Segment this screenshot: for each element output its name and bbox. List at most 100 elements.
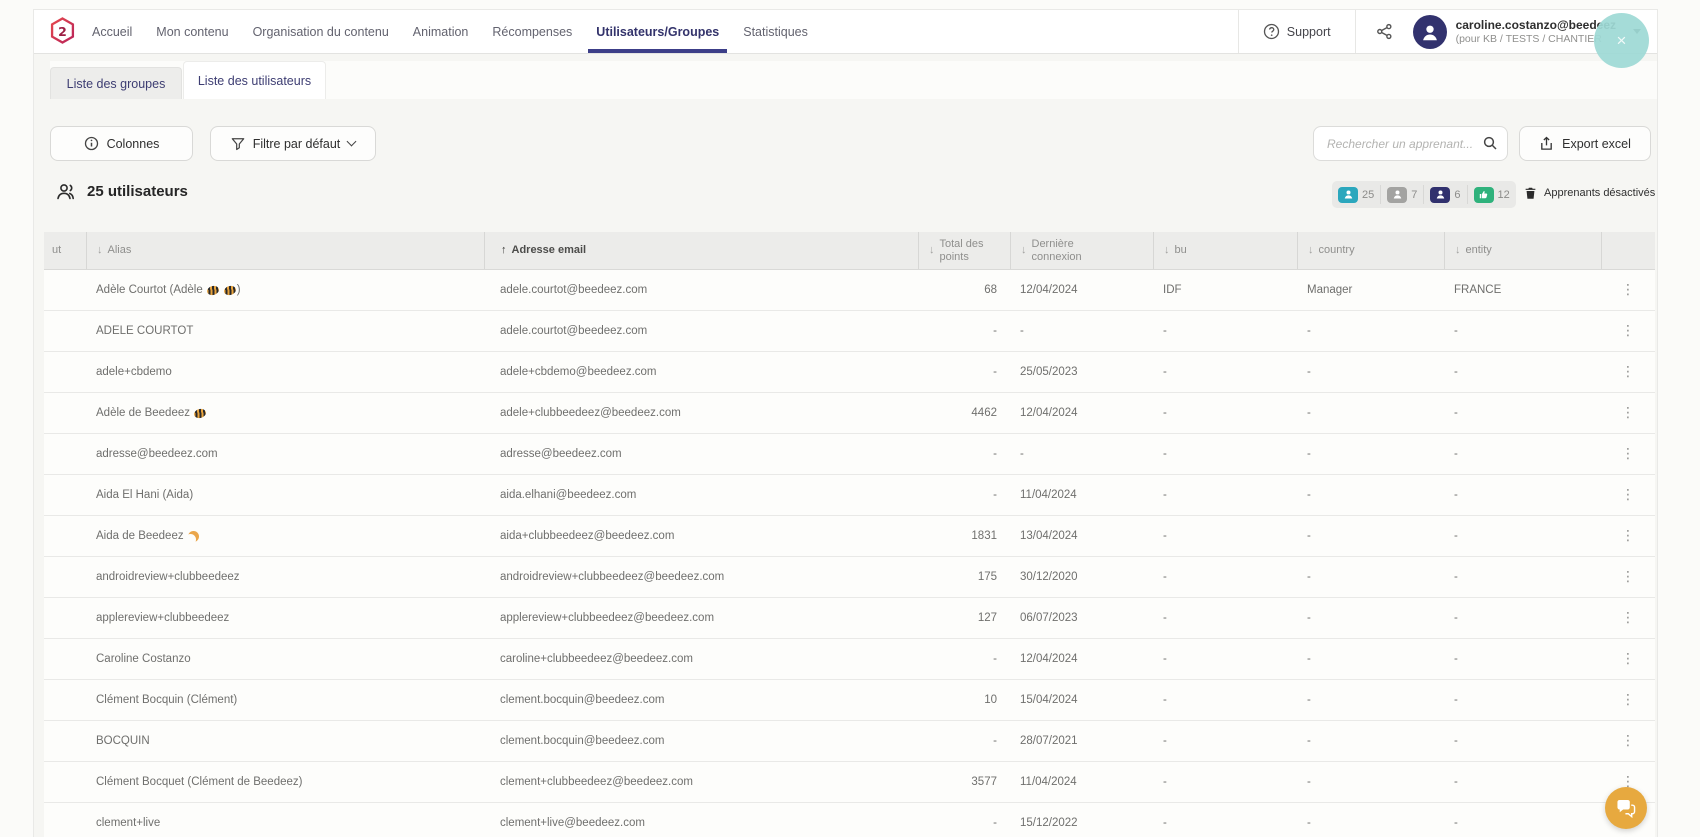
nav-item-mon-contenu[interactable]: Mon contenu (156, 10, 228, 53)
column-header-country[interactable]: ↓country (1297, 232, 1444, 269)
table-row[interactable]: BOCQUINclement.bocquin@beedeez.com-28/07… (44, 721, 1655, 762)
alias-cell: Aida de Beedeez (86, 516, 484, 556)
entity-cell: - (1444, 475, 1601, 515)
alias-cell: Adèle de Beedeez (86, 393, 484, 433)
statut-cell (44, 311, 86, 351)
row-menu-button[interactable]: ⋮ (1613, 485, 1643, 505)
column-label: ut (52, 244, 61, 257)
column-header-derniere-connexion[interactable]: ↓Dernière connexion (1010, 232, 1153, 269)
search-input[interactable] (1313, 126, 1508, 161)
table-row[interactable]: applereview+clubbeedeezapplereview+clubb… (44, 598, 1655, 639)
table-row[interactable]: Clément Bocquin (Clément)clement.bocquin… (44, 680, 1655, 721)
statut-cell (44, 721, 86, 761)
country-cell: - (1297, 721, 1444, 761)
badge-learners-icon[interactable]: 25 (1332, 185, 1380, 204)
row-menu-button[interactable]: ⋮ (1613, 403, 1643, 423)
row-menu-button[interactable]: ⋮ (1613, 567, 1643, 587)
column-header-bu[interactable]: ↓bu (1153, 232, 1297, 269)
users-icon (56, 183, 78, 200)
tab-liste-des-utilisateurs[interactable]: Liste des utilisateurs (183, 61, 326, 99)
nav-item-recompenses[interactable]: Récompenses (492, 10, 572, 53)
points-cell: - (918, 803, 1010, 837)
alias-cell: Caroline Costanzo (86, 639, 484, 679)
alias-cell: ADELE COURTOT (86, 311, 484, 351)
share-icon (1376, 23, 1393, 40)
statut-cell (44, 639, 86, 679)
last-connection-cell: 28/07/2021 (1010, 721, 1153, 761)
row-menu-button[interactable]: ⋮ (1613, 280, 1643, 300)
nav-item-accueil[interactable]: Accueil (92, 10, 132, 53)
statut-cell (44, 270, 86, 310)
country-cell: - (1297, 434, 1444, 474)
column-header-entity[interactable]: ↓entity (1444, 232, 1601, 269)
tab-liste-des-groupes[interactable]: Liste des groupes (50, 67, 182, 99)
support-button[interactable]: Support (1238, 10, 1355, 53)
bee-icon (223, 284, 237, 296)
nav-item-animation[interactable]: Animation (413, 10, 469, 53)
country-cell: - (1297, 516, 1444, 556)
row-menu-button[interactable]: ⋮ (1613, 731, 1643, 751)
table-row[interactable]: adresse@beedeez.comadresse@beedeez.com--… (44, 434, 1655, 475)
points-cell: - (918, 434, 1010, 474)
email-cell: aida.elhani@beedeez.com (484, 475, 918, 515)
row-menu-button[interactable]: ⋮ (1613, 690, 1643, 710)
beedeez-logo-icon[interactable]: 2 (49, 17, 76, 46)
table-row[interactable]: Adèle de Beedeezadele+clubbeedeez@beedee… (44, 393, 1655, 434)
export-excel-button[interactable]: Export excel (1519, 126, 1651, 161)
row-menu-button[interactable]: ⋮ (1613, 526, 1643, 546)
column-header-ut[interactable]: ut (44, 232, 86, 269)
close-overlay-button[interactable]: × (1594, 13, 1649, 68)
badge-user-navy-icon[interactable]: 6 (1423, 185, 1466, 204)
tabs-bar: Liste des groupes Liste des utilisateurs (50, 61, 1657, 99)
last-connection-cell: 15/04/2024 (1010, 680, 1153, 720)
column-header-total-des-points[interactable]: ↓Total des points (918, 232, 1010, 269)
row-menu-button[interactable]: ⋮ (1613, 608, 1643, 628)
points-cell: - (918, 721, 1010, 761)
alias-cell: Aida El Hani (Aida) (86, 475, 484, 515)
nav-item-organisation-du-contenu[interactable]: Organisation du contenu (253, 10, 389, 53)
disabled-learners-button[interactable]: Apprenants désactivés (1524, 186, 1655, 200)
email-cell: clement.bocquin@beedeez.com (484, 721, 918, 761)
users-table: ut↓Alias↑Adresse email↓Total des points↓… (44, 232, 1655, 837)
app-window: 2 Accueil Mon contenu Organisation du cont… (33, 9, 1658, 837)
table-header: ut↓Alias↑Adresse email↓Total des points↓… (44, 232, 1655, 270)
learners-icon (1338, 187, 1358, 203)
nav-item-utilisateurs-groupes[interactable]: Utilisateurs/Groupes (596, 10, 719, 53)
alias-cell: androidreview+clubbeedeez (86, 557, 484, 597)
account-email: caroline.costanzo@beedeez (1456, 18, 1616, 32)
entity-cell: - (1444, 598, 1601, 638)
last-connection-cell: - (1010, 434, 1153, 474)
column-header-adresse-email[interactable]: ↑Adresse email (484, 232, 918, 269)
columns-button[interactable]: Colonnes (50, 126, 193, 161)
table-row[interactable]: ADELE COURTOTadele.courtot@beedeez.com--… (44, 311, 1655, 352)
alias-cell: clement+live (86, 803, 484, 837)
last-connection-cell: 12/04/2024 (1010, 270, 1153, 310)
table-row[interactable]: Aida El Hani (Aida)aida.elhani@beedeez.c… (44, 475, 1655, 516)
table-row[interactable]: Aida de Beedeezaida+clubbeedeez@beedeez.… (44, 516, 1655, 557)
column-header-alias[interactable]: ↓Alias (86, 232, 484, 269)
entity-cell: - (1444, 762, 1601, 802)
table-row[interactable]: androidreview+clubbeedeezandroidreview+c… (44, 557, 1655, 598)
nav-item-statistiques[interactable]: Statistiques (743, 10, 808, 53)
column-label: country (1319, 244, 1355, 257)
chat-button[interactable] (1605, 787, 1647, 829)
filter-button[interactable]: Filtre par défaut (210, 126, 376, 161)
last-connection-cell: 11/04/2024 (1010, 762, 1153, 802)
entity-cell: - (1444, 352, 1601, 392)
search-icon[interactable] (1482, 135, 1498, 151)
country-cell: Manager (1297, 270, 1444, 310)
country-cell: - (1297, 598, 1444, 638)
table-row[interactable]: adele+cbdemoadele+cbdemo@beedeez.com-25/… (44, 352, 1655, 393)
row-menu-button[interactable]: ⋮ (1613, 444, 1643, 464)
row-menu-button[interactable]: ⋮ (1613, 321, 1643, 341)
badge-thumb-up-icon[interactable]: 12 (1467, 185, 1516, 204)
table-row[interactable]: Clément Bocquet (Clément de Beedeez)clem… (44, 762, 1655, 803)
share-button[interactable] (1355, 10, 1413, 53)
table-row[interactable]: clement+liveclement+live@beedeez.com-15/… (44, 803, 1655, 837)
row-menu-button[interactable]: ⋮ (1613, 362, 1643, 382)
entity-cell: - (1444, 516, 1601, 556)
table-row[interactable]: Caroline Costanzocaroline+clubbeedeez@be… (44, 639, 1655, 680)
table-row[interactable]: Adèle Courtot (Adèle)adele.courtot@beede… (44, 270, 1655, 311)
row-menu-button[interactable]: ⋮ (1613, 649, 1643, 669)
badge-user-gray-icon[interactable]: 7 (1380, 185, 1423, 204)
